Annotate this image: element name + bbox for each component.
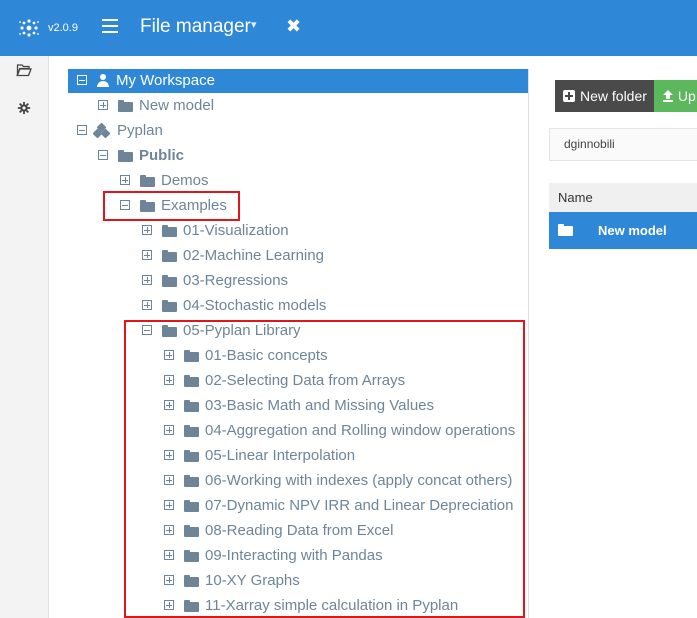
tree-node-label: 03-Regressions (183, 272, 289, 289)
menu-icon[interactable] (102, 19, 118, 33)
highlight-box-examples (103, 191, 240, 221)
upload-button[interactable]: Up (654, 80, 697, 112)
page-title[interactable]: File manager (140, 16, 251, 38)
new-folder-button[interactable]: New folder (555, 80, 654, 112)
expand-icon[interactable] (142, 300, 152, 310)
upload-label: Up (677, 88, 696, 104)
gear-icon[interactable] (16, 101, 32, 115)
table-header-name[interactable]: Name (549, 183, 697, 212)
folder-icon (162, 275, 177, 287)
folder-icon (162, 300, 177, 312)
tree-node-label: Pyplan (117, 122, 163, 139)
folder-icon (162, 225, 177, 237)
upload-icon (663, 90, 673, 102)
folder-icon (558, 224, 573, 236)
top-bar: v2.0.9 File manager ▾ ✖ (0, 0, 697, 56)
tree-node-label: My Workspace (116, 72, 215, 89)
expand-icon[interactable] (120, 175, 130, 185)
expand-icon[interactable] (142, 275, 152, 285)
plus-square-icon (563, 90, 575, 102)
folder-icon (140, 175, 155, 187)
user-icon (97, 74, 109, 87)
expand-icon[interactable] (142, 250, 152, 260)
collapse-icon[interactable] (98, 150, 108, 160)
highlight-box-pyplan-library (124, 320, 525, 618)
folder-icon (118, 100, 133, 112)
left-sidebar (0, 56, 49, 618)
tree-node-my-workspace-inner: My Workspace (68, 69, 528, 93)
cubes-icon (92, 122, 111, 139)
collapse-icon[interactable] (77, 125, 87, 135)
current-path: dginnobili (549, 128, 697, 161)
pyplan-logo-icon[interactable] (18, 17, 40, 39)
new-folder-label: New folder (580, 88, 647, 104)
folder-icon (162, 250, 177, 262)
tree-node-label: 04-Stochastic models (183, 297, 327, 314)
folder-icon (118, 150, 133, 162)
expand-icon[interactable] (98, 100, 108, 110)
close-icon[interactable]: ✖ (286, 16, 301, 37)
expand-icon[interactable] (142, 225, 152, 235)
row-name: New model (598, 223, 667, 238)
collapse-icon[interactable] (77, 75, 87, 85)
table-row[interactable]: New model (549, 212, 697, 249)
version-label: v2.0.9 (48, 22, 78, 34)
chevron-down-icon[interactable]: ▾ (251, 18, 257, 31)
tree-node-label: 02-Machine Learning (183, 247, 324, 264)
tree-node-label: New model (139, 97, 215, 114)
folder-open-icon[interactable] (16, 63, 32, 77)
tree-node-my-workspace[interactable]: My Workspace (68, 69, 528, 93)
tree-node-label: Public (139, 147, 185, 164)
tree-node-label: 01-Visualization (183, 222, 289, 239)
tree-node-label: Demos (161, 172, 209, 189)
